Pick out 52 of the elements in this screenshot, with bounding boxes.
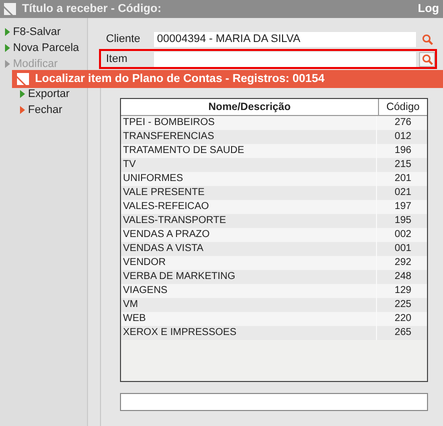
table-cell-text: XEROX E IMPRESSOES — [122, 326, 238, 340]
table-row[interactable]: VENDAS A PRAZO 002 — [121, 228, 427, 242]
table-cell-text: VALES-REFEICAO — [122, 200, 210, 214]
table-cell-text: VERBA DE MARKETING — [122, 270, 236, 284]
window-title: Título a receber - Código: — [22, 3, 162, 15]
table-row[interactable]: VENDAS A VISTA 001 — [121, 242, 427, 256]
table-cell-text: VM — [122, 298, 139, 312]
table-row[interactable]: TPEI - BOMBEIROS 276 — [121, 116, 427, 130]
table-row[interactable]: TV 215 — [121, 158, 427, 172]
table-cell-text: VIAGENS — [122, 284, 168, 298]
search-icon — [422, 34, 432, 44]
table-cell-text: VALE PRESENTE — [122, 186, 206, 200]
table-row[interactable]: WEB 220 — [121, 312, 427, 326]
table-cell-text: TRANSFERENCIAS — [122, 130, 216, 144]
table-cell-text: VENDAS A PRAZO — [122, 228, 211, 242]
table-row[interactable]: VENDOR 292 — [121, 256, 427, 270]
sidebar-item[interactable]: Nova Parcela — [5, 41, 87, 54]
table-row[interactable]: VALES-REFEICAO 197 — [121, 200, 427, 214]
table-cell-text: TV — [122, 158, 137, 172]
table-row[interactable]: TRATAMENTO DE SAUDE 196 — [121, 144, 427, 158]
column-header[interactable]: Código — [378, 99, 427, 115]
field-label: Item — [106, 53, 128, 65]
table-cell-text: TRATAMENTO DE SAUDE — [122, 144, 246, 158]
window-title-right: Log — [418, 3, 439, 15]
table-cell-text: UNIFORMES — [122, 172, 184, 186]
column-header[interactable]: Nome/Descrição — [121, 99, 378, 115]
search-field[interactable] — [120, 393, 428, 411]
input-field[interactable] — [154, 52, 416, 66]
table-cell-text: VALES-TRANSPORTE — [122, 214, 227, 228]
table-row[interactable]: VIAGENS 129 — [121, 284, 427, 298]
table-row[interactable]: VALES-TRANSPORTE 195 — [121, 214, 427, 228]
table-cell-text: TPEI - BOMBEIROS — [122, 116, 216, 130]
sidebar-item[interactable]: F8-Salvar — [5, 25, 87, 38]
sidebar-item[interactable]: Fechar — [20, 103, 87, 116]
table-cell-text: VENDOR — [122, 256, 167, 270]
table-cell-text: VENDAS A VISTA — [122, 242, 204, 256]
table-row[interactable]: VERBA DE MARKETING 248 — [121, 270, 427, 284]
search-icon — [422, 54, 432, 64]
sidebar-item[interactable]: Exportar — [20, 87, 87, 100]
table-row[interactable]: VM 225 — [121, 298, 427, 312]
table-cell: 265 — [376, 326, 427, 340]
table-row[interactable]: TRANSFERENCIAS 012 — [121, 130, 427, 144]
input-field[interactable]: 00004394 - MARIA DA SILVA — [154, 32, 416, 46]
dialog-title: Localizar item do Plano de Contas - Registros: 00154 — [35, 73, 324, 85]
search-button[interactable] — [419, 52, 435, 66]
table-cell-text: WEB — [122, 312, 147, 326]
logo-icon — [17, 73, 29, 85]
table-row[interactable]: VALE PRESENTE 021 — [121, 186, 427, 200]
field-label: Cliente — [106, 33, 142, 45]
table-row[interactable]: UNIFORMES 201 — [121, 172, 427, 186]
logo-icon — [4, 3, 16, 15]
table-row[interactable]: XEROX E IMPRESSOES 265 — [121, 326, 427, 340]
